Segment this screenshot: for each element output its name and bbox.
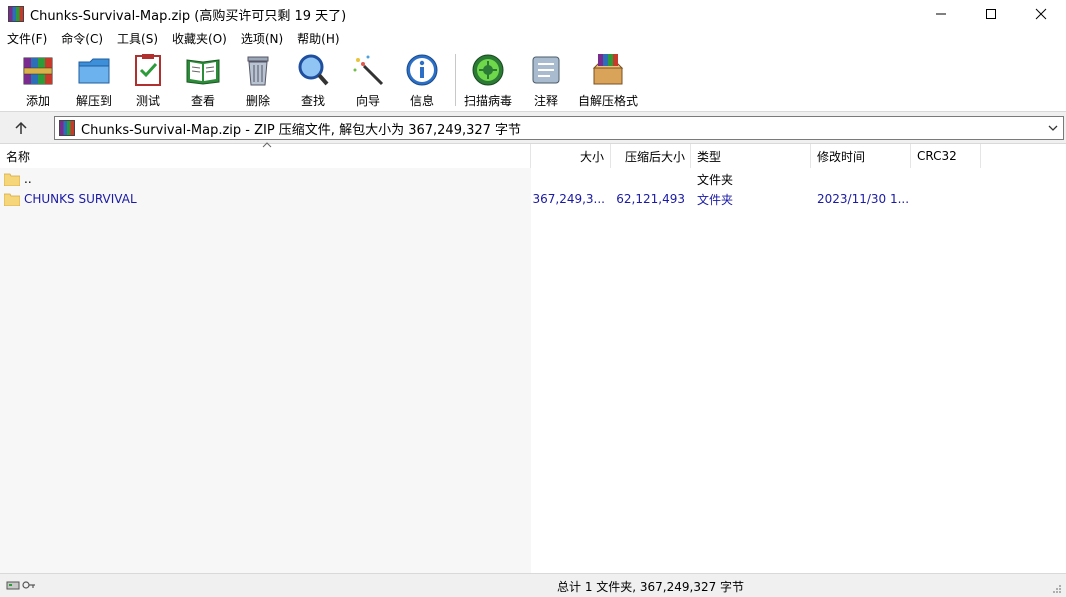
menu-file[interactable]: 文件(F): [0, 30, 54, 47]
menu-favorites[interactable]: 收藏夹(O): [165, 30, 234, 47]
wizard-label: 向导: [355, 94, 380, 108]
add-button[interactable]: 添加: [18, 52, 58, 110]
menu-bar: 文件(F) 命令(C) 工具(S) 收藏夹(O) 选项(N) 帮助(H): [0, 28, 1066, 48]
comment-label: 注释: [533, 94, 558, 108]
column-header-type[interactable]: 类型: [691, 144, 811, 168]
cell-name: CHUNKS SURVIVAL: [0, 189, 531, 209]
file-list: 名称 大小 压缩后大小 类型 修改时间 CRC32 .. 文件夹 CHUNKS …: [0, 142, 1066, 573]
column-header-packed[interactable]: 压缩后大小: [611, 144, 691, 168]
window-title: Chunks-Survival-Map.zip (高购买许可只剩 19 天了): [30, 8, 347, 24]
chevron-down-icon: [1048, 125, 1058, 131]
cell-size: 367,249,3...: [532, 192, 605, 206]
cell-modified: 2023/11/30 1...: [817, 192, 909, 206]
delete-icon: [240, 52, 276, 88]
sfx-label: 自解压格式: [577, 94, 638, 108]
column-header-type-label: 类型: [697, 149, 722, 164]
sort-up-icon: [262, 142, 272, 148]
info-button[interactable]: 信息: [402, 52, 442, 110]
comment-button[interactable]: 注释: [526, 52, 566, 110]
info-icon: [404, 52, 440, 88]
minimize-button[interactable]: [916, 0, 966, 28]
menu-help[interactable]: 帮助(H): [290, 30, 346, 47]
archive-icon: [59, 120, 75, 136]
menu-commands[interactable]: 命令(C): [54, 30, 110, 47]
maximize-button[interactable]: [966, 0, 1016, 28]
view-button[interactable]: 查看: [181, 52, 225, 110]
column-header-packed-label: 压缩后大小: [624, 149, 685, 164]
toolbar-separator: [455, 54, 456, 106]
add-archive-icon: [20, 52, 56, 88]
window-controls: [916, 0, 1066, 28]
virus-scan-label: 扫描病毒: [463, 94, 512, 108]
column-header-name[interactable]: 名称: [0, 142, 531, 168]
view-icon: [185, 52, 221, 88]
add-label: 添加: [25, 94, 50, 108]
cell-packed: 62,121,493: [616, 192, 685, 206]
close-button[interactable]: [1016, 0, 1066, 28]
column-header-size[interactable]: 大小: [531, 144, 611, 168]
drive-icon[interactable]: [6, 579, 20, 591]
column-header-crc[interactable]: CRC32: [911, 144, 981, 168]
file-name: CHUNKS SURVIVAL: [24, 192, 137, 206]
status-icons: [6, 579, 36, 591]
maximize-icon: [986, 9, 996, 19]
address-dropdown-button[interactable]: [1045, 120, 1061, 136]
column-header-name-label: 名称: [6, 149, 31, 164]
address-bar: Chunks-Survival-Map.zip - ZIP 压缩文件, 解包大小…: [0, 112, 1066, 144]
column-header-size-label: 大小: [579, 149, 604, 164]
extract-to-label: 解压到: [75, 94, 112, 108]
resize-grip-icon[interactable]: [1052, 584, 1062, 594]
find-label: 查找: [300, 94, 325, 108]
extract-to-button[interactable]: 解压到: [72, 52, 116, 110]
table-row[interactable]: CHUNKS SURVIVAL 367,249,3... 62,121,493 …: [0, 189, 1066, 209]
info-label: 信息: [409, 94, 434, 108]
status-summary: 总计 1 文件夹, 367,249,327 字节: [557, 580, 745, 594]
folder-icon: [4, 193, 20, 206]
wizard-button[interactable]: 向导: [348, 52, 388, 110]
column-header-crc-label: CRC32: [917, 149, 957, 163]
virus-scan-icon: [470, 52, 506, 88]
extract-to-icon: [76, 52, 112, 88]
view-label: 查看: [190, 94, 215, 108]
close-icon: [1035, 8, 1047, 20]
cell-type: 文件夹: [697, 192, 734, 207]
cell-name: ..: [0, 169, 531, 189]
find-icon: [295, 52, 331, 88]
menu-tools[interactable]: 工具(S): [110, 30, 165, 47]
address-field[interactable]: Chunks-Survival-Map.zip - ZIP 压缩文件, 解包大小…: [54, 116, 1064, 140]
sfx-button[interactable]: 自解压格式: [576, 52, 640, 110]
up-folder-button[interactable]: [10, 118, 32, 138]
column-header-row: 名称 大小 压缩后大小 类型 修改时间 CRC32: [0, 142, 1066, 168]
wizard-icon: [350, 52, 386, 88]
title-bar: Chunks-Survival-Map.zip (高购买许可只剩 19 天了): [0, 0, 1066, 28]
folder-icon: [4, 173, 20, 186]
winrar-app-icon: [8, 6, 24, 22]
key-icon[interactable]: [22, 579, 36, 591]
test-button[interactable]: 测试: [128, 52, 168, 110]
file-name: ..: [24, 172, 32, 186]
winrar-window: Chunks-Survival-Map.zip (高购买许可只剩 19 天了) …: [0, 0, 1066, 597]
find-button[interactable]: 查找: [293, 52, 333, 110]
menu-options[interactable]: 选项(N): [234, 30, 290, 47]
table-row[interactable]: .. 文件夹: [0, 169, 1066, 189]
status-bar: 总计 1 文件夹, 367,249,327 字节: [0, 573, 1066, 597]
column-header-modified-label: 修改时间: [817, 149, 866, 164]
sfx-icon: [590, 52, 626, 88]
test-label: 测试: [135, 94, 160, 108]
virus-scan-button[interactable]: 扫描病毒: [462, 52, 514, 110]
cell-type: 文件夹: [697, 172, 734, 187]
arrow-up-icon: [15, 121, 27, 134]
address-text: Chunks-Survival-Map.zip - ZIP 压缩文件, 解包大小…: [81, 122, 522, 138]
test-icon: [130, 52, 166, 88]
delete-label: 删除: [245, 94, 270, 108]
delete-button[interactable]: 删除: [238, 52, 278, 110]
toolbar: 添加 解压到 测试 查看 删除 查找 向导 信息 扫描病毒 注释 自解压格式: [0, 48, 1066, 112]
minimize-icon: [936, 13, 946, 15]
comment-icon: [528, 52, 564, 88]
column-header-modified[interactable]: 修改时间: [811, 144, 911, 168]
